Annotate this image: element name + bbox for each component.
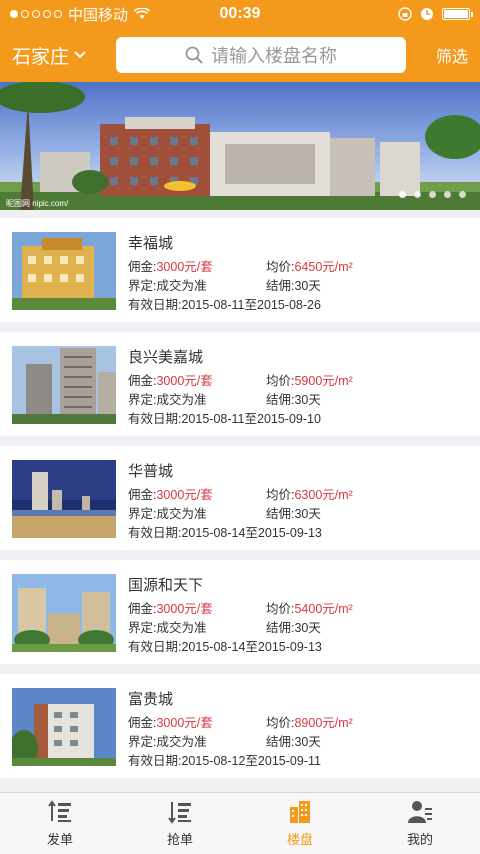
settle-value: 30天 bbox=[294, 507, 321, 521]
carousel-indicator[interactable] bbox=[399, 191, 466, 198]
list-item[interactable]: 富贵城 佣金:3000元/套 均价:8900元/m² 界定:成交为准 结佣:30… bbox=[0, 674, 480, 778]
avg-price-value: 6450元/m² bbox=[294, 260, 353, 274]
define-label: 界定: bbox=[128, 279, 157, 293]
settle-label: 结佣: bbox=[266, 279, 295, 293]
settle-value: 30天 bbox=[294, 735, 321, 749]
commission-label: 佣金: bbox=[128, 488, 157, 502]
top-header: 石家庄 请输入楼盘名称 筛选 bbox=[0, 28, 480, 82]
avg-price-value: 6300元/m² bbox=[294, 488, 353, 502]
avg-price-value: 5400元/m² bbox=[294, 602, 353, 616]
banner-carousel[interactable]: 昵图网 nipic.com/ bbox=[0, 82, 480, 210]
avg-price-label: 均价: bbox=[266, 488, 295, 502]
commission-label: 佣金: bbox=[128, 716, 157, 730]
list-item[interactable]: 国源和天下 佣金:3000元/套 均价:5400元/m² 界定:成交为准 结佣:… bbox=[0, 560, 480, 664]
valid-label: 有效日期: bbox=[128, 526, 182, 540]
alarm-icon bbox=[421, 8, 433, 20]
settle-value: 30天 bbox=[294, 279, 321, 293]
property-thumbnail bbox=[12, 346, 116, 424]
tab-profile[interactable]: 我的 bbox=[360, 793, 480, 854]
tab-grab-order[interactable]: 抢单 bbox=[120, 793, 240, 854]
property-name: 良兴美嘉城 bbox=[128, 349, 204, 366]
define-label: 界定: bbox=[128, 735, 157, 749]
valid-value: 2015-08-14至2015-09-13 bbox=[181, 526, 322, 540]
tab-label: 我的 bbox=[406, 832, 433, 847]
sort-descending-icon bbox=[168, 802, 191, 824]
wifi-icon bbox=[134, 8, 151, 19]
commission-value: 3000元/套 bbox=[156, 716, 213, 730]
define-value: 成交为准 bbox=[156, 393, 207, 407]
avg-price-label: 均价: bbox=[266, 602, 295, 616]
tab-label: 楼盘 bbox=[286, 832, 313, 847]
settle-label: 结佣: bbox=[266, 393, 295, 407]
avg-price-label: 均价: bbox=[266, 716, 295, 730]
banner-watermark: 昵图网 nipic.com/ bbox=[6, 199, 69, 208]
list-item[interactable]: 幸福城 佣金:3000元/套 均价:6450元/m² 界定:成交为准 结佣:30… bbox=[0, 218, 480, 322]
avg-price-value: 5900元/m² bbox=[294, 374, 353, 388]
commission-value: 3000元/套 bbox=[156, 374, 213, 388]
tab-properties[interactable]: 楼盘 bbox=[240, 793, 360, 854]
avg-price-value: 8900元/m² bbox=[294, 716, 353, 730]
settle-value: 30天 bbox=[294, 393, 321, 407]
valid-label: 有效日期: bbox=[128, 412, 182, 426]
valid-value: 2015-08-11至2015-08-26 bbox=[181, 298, 321, 312]
commission-value: 3000元/套 bbox=[156, 488, 213, 502]
property-name: 国源和天下 bbox=[128, 577, 204, 594]
property-list: 幸福城 佣金:3000元/套 均价:6450元/m² 界定:成交为准 结佣:30… bbox=[0, 218, 480, 788]
rotation-lock-icon bbox=[398, 7, 412, 21]
list-item[interactable]: 华普城 佣金:3000元/套 均价:6300元/m² 界定:成交为准 结佣:30… bbox=[0, 446, 480, 550]
city-label: 石家庄 bbox=[12, 46, 70, 68]
property-thumbnail bbox=[12, 232, 116, 310]
avg-price-label: 均价: bbox=[266, 260, 295, 274]
settle-label: 结佣: bbox=[266, 507, 295, 521]
commission-label: 佣金: bbox=[128, 602, 157, 616]
define-value: 成交为准 bbox=[156, 279, 207, 293]
define-value: 成交为准 bbox=[156, 735, 207, 749]
carrier-label: 中国移动 bbox=[68, 6, 129, 24]
valid-label: 有效日期: bbox=[128, 640, 182, 654]
tab-publish-order[interactable]: 发单 bbox=[0, 793, 120, 854]
property-thumbnail bbox=[12, 460, 116, 538]
search-icon bbox=[185, 46, 203, 64]
bottom-tab-bar: 发单 抢单 楼盘 我的 bbox=[0, 792, 480, 854]
define-label: 界定: bbox=[128, 507, 157, 521]
tab-label: 抢单 bbox=[166, 832, 193, 847]
chevron-down-icon bbox=[74, 51, 86, 59]
avg-price-label: 均价: bbox=[266, 374, 295, 388]
tab-label: 发单 bbox=[46, 832, 73, 847]
define-value: 成交为准 bbox=[156, 621, 207, 635]
commission-value: 3000元/套 bbox=[156, 260, 213, 274]
status-bar: 中国移动 00:39 bbox=[0, 0, 480, 28]
user-list-icon bbox=[408, 801, 432, 823]
list-item[interactable]: 良兴美嘉城 佣金:3000元/套 均价:5900元/m² 界定:成交为准 结佣:… bbox=[0, 332, 480, 436]
property-name: 幸福城 bbox=[128, 235, 174, 252]
property-name: 华普城 bbox=[128, 463, 174, 480]
valid-value: 2015-08-14至2015-09-13 bbox=[181, 640, 322, 654]
search-placeholder: 请输入楼盘名称 bbox=[211, 46, 337, 66]
property-thumbnail bbox=[12, 688, 116, 766]
building-icon bbox=[290, 801, 310, 823]
commission-label: 佣金: bbox=[128, 260, 157, 274]
signal-icon bbox=[10, 10, 62, 18]
valid-value: 2015-08-11至2015-09-10 bbox=[181, 412, 321, 426]
city-selector[interactable]: 石家庄 bbox=[12, 42, 104, 69]
valid-value: 2015-08-12至2015-09-11 bbox=[181, 754, 321, 768]
commission-label: 佣金: bbox=[128, 374, 157, 388]
search-input[interactable]: 请输入楼盘名称 bbox=[116, 37, 406, 73]
define-value: 成交为准 bbox=[156, 507, 207, 521]
battery-icon bbox=[442, 8, 473, 20]
filter-button[interactable]: 筛选 bbox=[418, 43, 468, 67]
sort-ascending-icon bbox=[48, 800, 71, 822]
valid-label: 有效日期: bbox=[128, 298, 182, 312]
valid-label: 有效日期: bbox=[128, 754, 182, 768]
settle-label: 结佣: bbox=[266, 621, 295, 635]
settle-value: 30天 bbox=[294, 621, 321, 635]
define-label: 界定: bbox=[128, 621, 157, 635]
clock: 00:39 bbox=[219, 5, 261, 22]
property-name: 富贵城 bbox=[128, 691, 174, 708]
property-thumbnail bbox=[12, 574, 116, 652]
commission-value: 3000元/套 bbox=[156, 602, 213, 616]
settle-label: 结佣: bbox=[266, 735, 295, 749]
define-label: 界定: bbox=[128, 393, 157, 407]
